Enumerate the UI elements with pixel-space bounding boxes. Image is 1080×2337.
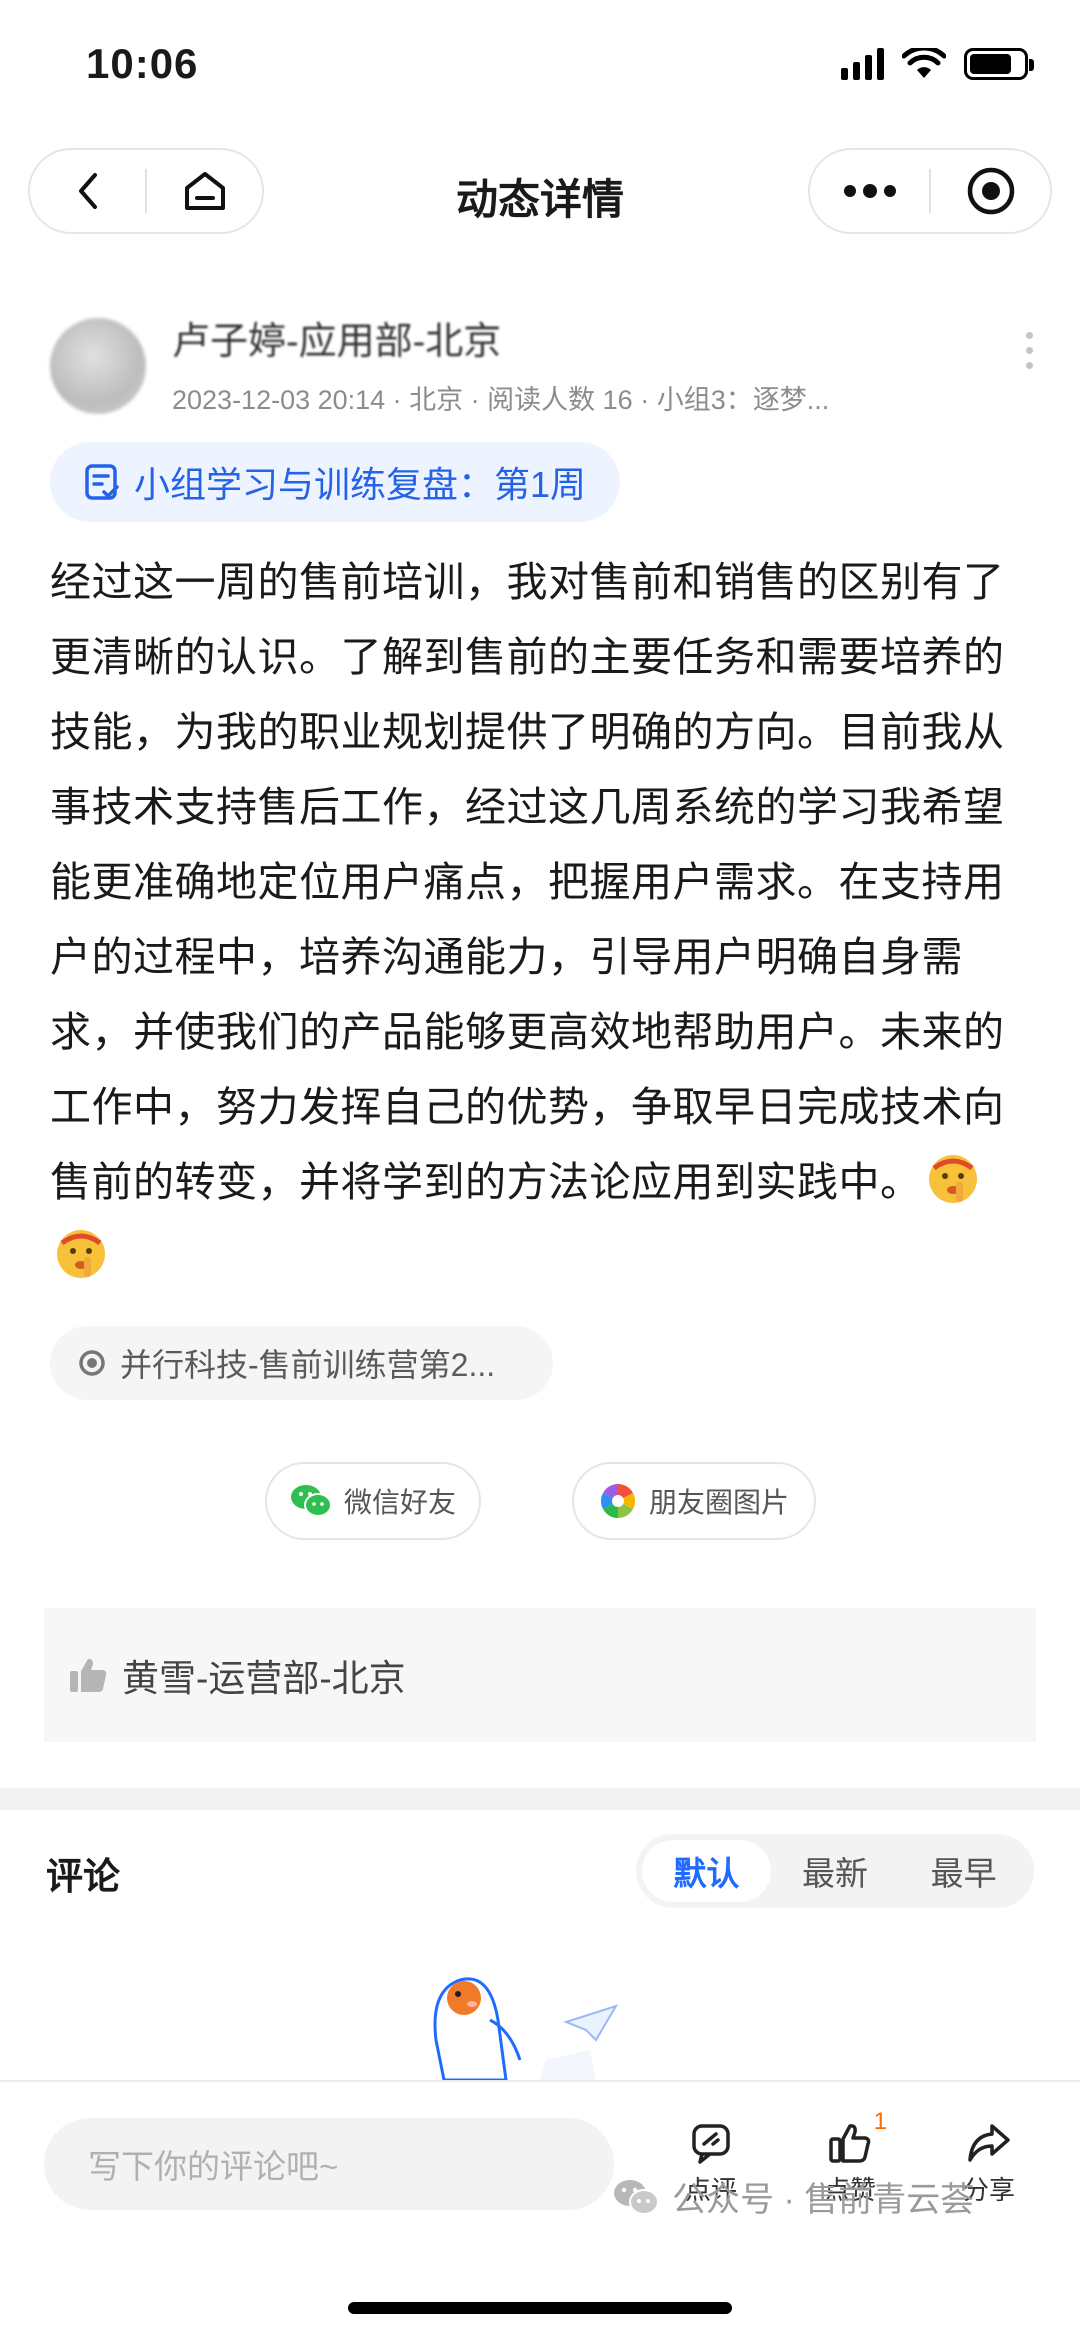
topic-label: 小组学习与训练复盘：第1周 <box>134 464 587 505</box>
group-tag[interactable]: 并行科技-售前训练营第2... <box>50 1326 553 1400</box>
share-wechat-button[interactable]: 微信好友 <box>265 1462 481 1540</box>
cellular-signal-icon <box>841 48 884 80</box>
more-dots-icon <box>843 184 896 198</box>
comment-input[interactable]: 写下你的评论吧~ <box>44 2118 614 2210</box>
like-count-badge: 1 <box>873 2108 887 2135</box>
post-meta: 2023-12-03 20:14 · 北京 · 阅读人数 16 · 小组3：逐梦… <box>172 385 830 415</box>
watermark-text: 公众号 · 售前青云荟 <box>672 2181 975 2219</box>
post-more-button[interactable] <box>1022 332 1036 369</box>
thumbs-up-outline-icon <box>829 2124 871 2163</box>
section-divider <box>0 1788 1080 1810</box>
status-bar: 10:06 <box>0 0 1080 140</box>
sort-tab-newest[interactable]: 最新 <box>771 1840 900 1902</box>
author-avatar[interactable] <box>50 318 146 414</box>
sort-tab-oldest[interactable]: 最早 <box>899 1840 1028 1902</box>
home-indicator <box>348 2302 732 2314</box>
wechat-icon <box>290 1485 332 1517</box>
group-label: 并行科技-售前训练营第2... <box>120 1347 496 1383</box>
nav-bar: 动态详情 <box>0 148 1080 234</box>
status-icons <box>841 48 1034 80</box>
wechat-watermark-icon <box>614 2179 659 2215</box>
close-miniprogram-button[interactable] <box>931 150 1050 232</box>
post-text: 经过这一周的售前培训，我对售前和销售的区别有了更清晰的认识。了解到售前的主要任务… <box>50 559 1005 1205</box>
share-moments-button[interactable]: 朋友圈图片 <box>572 1462 816 1540</box>
wifi-icon <box>902 48 946 78</box>
share-arrow-icon <box>968 2124 1010 2162</box>
share-moments-label: 朋友圈图片 <box>648 1487 789 1518</box>
watermark: 公众号 · 售前青云荟 <box>612 2172 974 2221</box>
battery-icon <box>964 48 1034 80</box>
likes-list: 黄雪-运营部-北京 <box>44 1608 1036 1742</box>
empty-comments-illustration <box>433 1977 619 2080</box>
review-icon <box>692 2124 730 2164</box>
share-wechat-label: 微信好友 <box>343 1487 456 1518</box>
liker-name[interactable]: 黄雪-运营部-北京 <box>122 1648 406 1702</box>
thumbs-up-icon <box>70 1658 107 1692</box>
shushing-face-emoji-icon <box>57 1230 105 1278</box>
status-time: 10:06 <box>86 40 199 87</box>
topic-tag[interactable]: 小组学习与训练复盘：第1周 <box>50 442 621 522</box>
moments-aperture-icon <box>600 1484 635 1518</box>
target-icon <box>967 167 1014 215</box>
post-content: 经过这一周的售前培训，我对售前和销售的区别有了更清晰的认识。了解到售前的主要任务… <box>50 545 1035 1295</box>
author-name[interactable]: 卢子婷-应用部-北京 <box>172 310 501 365</box>
sort-tab-default[interactable]: 默认 <box>642 1840 771 1902</box>
checklist-icon <box>85 464 119 500</box>
more-options-button[interactable] <box>810 150 929 232</box>
comments-title: 评论 <box>46 1856 120 1897</box>
group-dot-icon <box>79 1350 105 1376</box>
miniprogram-capsule <box>808 148 1052 234</box>
shushing-face-emoji-icon <box>928 1155 977 1203</box>
comment-sort-tabs: 默认 最新 最早 <box>636 1834 1034 1908</box>
